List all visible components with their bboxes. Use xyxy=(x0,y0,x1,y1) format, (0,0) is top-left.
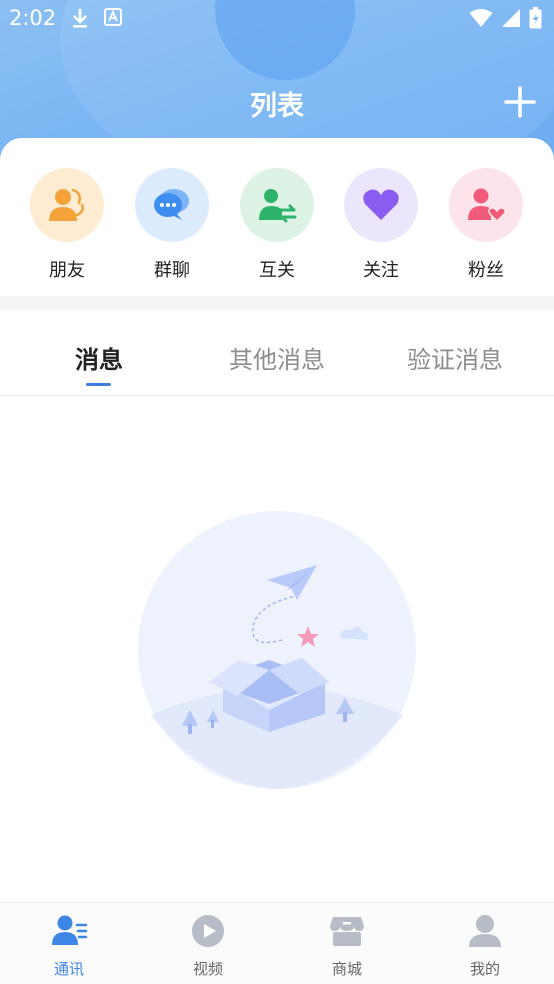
quick-action-friends[interactable]: 朋友 xyxy=(22,168,112,282)
fans-icon xyxy=(449,168,523,242)
bottom-nav-label: 我的 xyxy=(469,960,500,978)
group-chat-icon xyxy=(135,168,209,242)
contacts-icon xyxy=(52,915,88,945)
quick-action-label: 互关 xyxy=(259,260,295,281)
battery-icon xyxy=(529,7,542,29)
message-tabs: 消息 其他消息 验证消息 xyxy=(0,310,554,396)
font-app-icon xyxy=(104,8,122,26)
active-tab-indicator xyxy=(86,383,111,386)
quick-action-fans[interactable]: 粉丝 xyxy=(441,168,531,282)
wifi-icon xyxy=(469,9,493,27)
quick-actions-card: 朋友 群聊 互关 关注 粉丝 xyxy=(0,138,554,296)
status-time: 2:02 xyxy=(9,6,57,30)
quick-action-label: 群聊 xyxy=(154,260,190,281)
mutual-follow-icon xyxy=(240,168,314,242)
tab-verification-messages[interactable]: 验证消息 xyxy=(407,340,503,375)
empty-state-illustration xyxy=(138,511,416,789)
cell-signal-icon xyxy=(502,9,520,27)
quick-action-mutual-follow[interactable]: 互关 xyxy=(232,168,322,282)
status-bar: 2:02 xyxy=(0,0,554,36)
bottom-nav-store[interactable]: 商城 xyxy=(307,913,387,979)
quick-action-label: 关注 xyxy=(363,260,399,281)
bottom-nav-profile[interactable]: 我的 xyxy=(445,913,525,979)
bottom-nav-contacts[interactable]: 通讯 xyxy=(29,913,109,979)
section-divider xyxy=(0,296,554,310)
bottom-nav-label: 通讯 xyxy=(53,960,84,978)
bottom-navigation: 通讯 视频 商城 我的 xyxy=(0,902,554,984)
bottom-nav-label: 视频 xyxy=(192,960,223,978)
tab-messages[interactable]: 消息 xyxy=(75,340,123,375)
video-play-icon xyxy=(192,915,224,947)
quick-action-label: 粉丝 xyxy=(468,260,504,281)
bottom-nav-video[interactable]: 视频 xyxy=(168,913,248,979)
friends-icon xyxy=(30,168,104,242)
quick-action-group-chat[interactable]: 群聊 xyxy=(127,168,217,282)
heart-icon xyxy=(344,168,418,242)
bottom-nav-label: 商城 xyxy=(331,960,362,978)
store-icon xyxy=(330,917,364,946)
plus-icon[interactable] xyxy=(504,86,536,118)
tab-other-messages[interactable]: 其他消息 xyxy=(229,340,325,375)
page-title: 列表 xyxy=(250,91,304,122)
quick-action-label: 朋友 xyxy=(49,260,85,281)
quick-action-follow[interactable]: 关注 xyxy=(336,168,426,282)
download-icon xyxy=(73,9,87,28)
profile-icon xyxy=(469,915,501,947)
